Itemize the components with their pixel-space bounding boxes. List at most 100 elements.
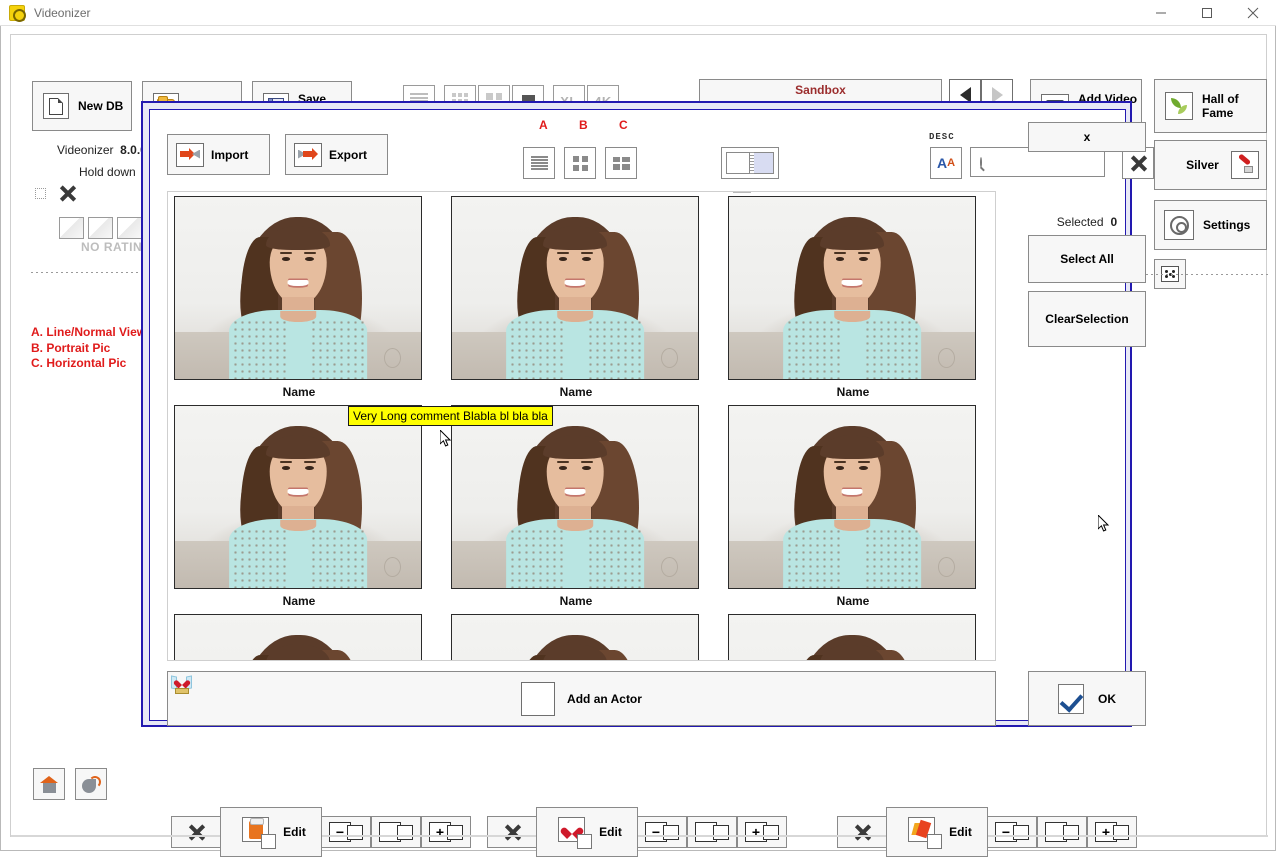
gear-icon (1164, 210, 1194, 240)
actor-photo (175, 406, 421, 588)
clear-button-2[interactable] (487, 816, 537, 848)
export-label: Export (329, 147, 368, 162)
clear-button-1[interactable] (171, 816, 221, 848)
thumbnail-tooltip: Very Long comment Blabla bl bla bla (348, 406, 553, 426)
clear-selection-line2: Selection (1075, 311, 1129, 326)
sandbox-title: Sandbox (795, 83, 846, 97)
close-icon[interactable] (1230, 0, 1276, 26)
app-logo-icon (9, 4, 26, 22)
actor-thumbnail-panel[interactable]: Name Name Name Name Name Name (167, 191, 996, 661)
clear-button-3[interactable] (837, 816, 887, 848)
hall-of-fame-line1: Hall of (1202, 92, 1239, 106)
decrement-button-3[interactable]: − (987, 816, 1037, 848)
leaf-icon (1165, 92, 1193, 120)
search-icon (980, 156, 982, 168)
legend-line-a: A. Line/Normal View (31, 325, 147, 339)
dialog-x-button[interactable]: x (1028, 122, 1146, 152)
legend-line-b: B. Portrait Pic (31, 340, 111, 355)
star-icon[interactable] (59, 217, 84, 239)
actor-thumbnail[interactable] (451, 196, 699, 380)
star-icon[interactable] (117, 217, 142, 239)
ok-label: OK (1098, 691, 1116, 706)
selected-label: Selected (1056, 215, 1104, 229)
settings-button[interactable]: Settings (1154, 200, 1267, 250)
sort-a-glyph: A (936, 155, 948, 171)
list-item[interactable]: Name (451, 196, 701, 399)
column-drag-handle[interactable] (733, 192, 751, 193)
layout-toggle-right (754, 152, 774, 174)
edit-button-3[interactable]: Edit (886, 807, 988, 857)
view-label-c: C (619, 118, 628, 132)
hall-of-fame-button[interactable]: Hall of Fame (1154, 79, 1267, 133)
actor-thumbnail[interactable] (174, 196, 422, 380)
minimize-icon[interactable] (1138, 0, 1184, 26)
view-label-a: A (539, 118, 548, 132)
clear-icon (188, 824, 205, 841)
rating-checkbox[interactable] (35, 188, 46, 199)
edit-button-1[interactable]: Edit (220, 807, 322, 857)
actor-thumbnail[interactable] (728, 614, 976, 660)
list-item[interactable] (451, 614, 701, 660)
value-button-3[interactable] (1037, 816, 1087, 848)
edit-button-2[interactable]: Edit (536, 807, 638, 857)
list-item[interactable]: Name (728, 196, 978, 399)
select-all-button[interactable]: Select All (1028, 235, 1146, 283)
decrement-button-1[interactable]: − (321, 816, 371, 848)
actor-thumbnail[interactable] (728, 196, 976, 380)
clear-selection-button[interactable]: Clear Selection (1028, 291, 1146, 347)
pen-icon (1230, 151, 1259, 179)
list-item[interactable]: Name (174, 405, 424, 608)
bottom-group-2: Edit − + (487, 807, 787, 857)
export-button[interactable]: Export (285, 134, 388, 175)
value-button-1[interactable] (371, 816, 421, 848)
clear-rating-icon[interactable] (59, 185, 76, 202)
dialog-portrait-view-icon[interactable] (564, 147, 596, 179)
maximize-icon[interactable] (1184, 0, 1230, 26)
actor-thumbnail[interactable] (451, 405, 699, 589)
legend-line-c: C. Horizontal Pic (31, 356, 127, 370)
actor-thumbnail[interactable] (728, 405, 976, 589)
dotted-divider (1146, 274, 1270, 275)
increment-button-2[interactable]: + (737, 816, 787, 848)
checkmark-icon (1058, 683, 1084, 714)
selected-count: 0 (1110, 215, 1118, 229)
list-item[interactable]: Name (451, 405, 701, 608)
clear-selection-line1: Clear (1045, 311, 1076, 326)
list-item[interactable] (174, 614, 424, 660)
actor-thumbnail[interactable] (174, 614, 422, 660)
star-icon[interactable] (88, 217, 113, 239)
silver-button[interactable]: Silver (1154, 140, 1267, 190)
dialog-horizontal-view-icon[interactable] (605, 147, 637, 179)
clear-icon (1130, 155, 1147, 172)
increment-button-3[interactable]: + (1087, 816, 1137, 848)
dialog-list-view-icon[interactable] (523, 147, 555, 179)
layout-toggle[interactable] (721, 147, 779, 179)
actor-thumbnail-grid: Name Name Name Name Name Name (168, 192, 995, 660)
search-input[interactable] (982, 154, 1145, 170)
window-title: Videonizer (34, 5, 91, 20)
list-item[interactable] (728, 614, 978, 660)
actor-thumbnail[interactable] (174, 405, 422, 589)
sort-a-small-glyph: A (947, 157, 956, 169)
add-an-actor-button[interactable]: Add an Actor (167, 671, 996, 726)
value-button-2[interactable] (687, 816, 737, 848)
list-item[interactable]: Name (174, 196, 424, 399)
new-db-button[interactable]: New DB (32, 81, 132, 131)
actor-photo (452, 406, 698, 588)
sort-button[interactable]: AA (930, 147, 962, 179)
hall-of-fame-line2: Fame (1202, 106, 1234, 120)
actor-photo (452, 615, 698, 660)
actor-thumbnail[interactable] (451, 614, 699, 660)
hold-down-hint: Hold down (79, 165, 136, 179)
import-label: Import (211, 147, 249, 162)
decrement-button-2[interactable]: − (637, 816, 687, 848)
layout-toggle-left (726, 152, 750, 174)
increment-button-1[interactable]: + (421, 816, 471, 848)
desc-label: DESC (929, 132, 955, 142)
window-controls (1138, 0, 1276, 26)
import-button[interactable]: Import (167, 134, 270, 175)
bottom-group-1: Edit − + (171, 807, 471, 857)
actor-photo (729, 406, 975, 588)
ok-button[interactable]: OK (1028, 671, 1146, 726)
list-item[interactable]: Name (728, 405, 978, 608)
